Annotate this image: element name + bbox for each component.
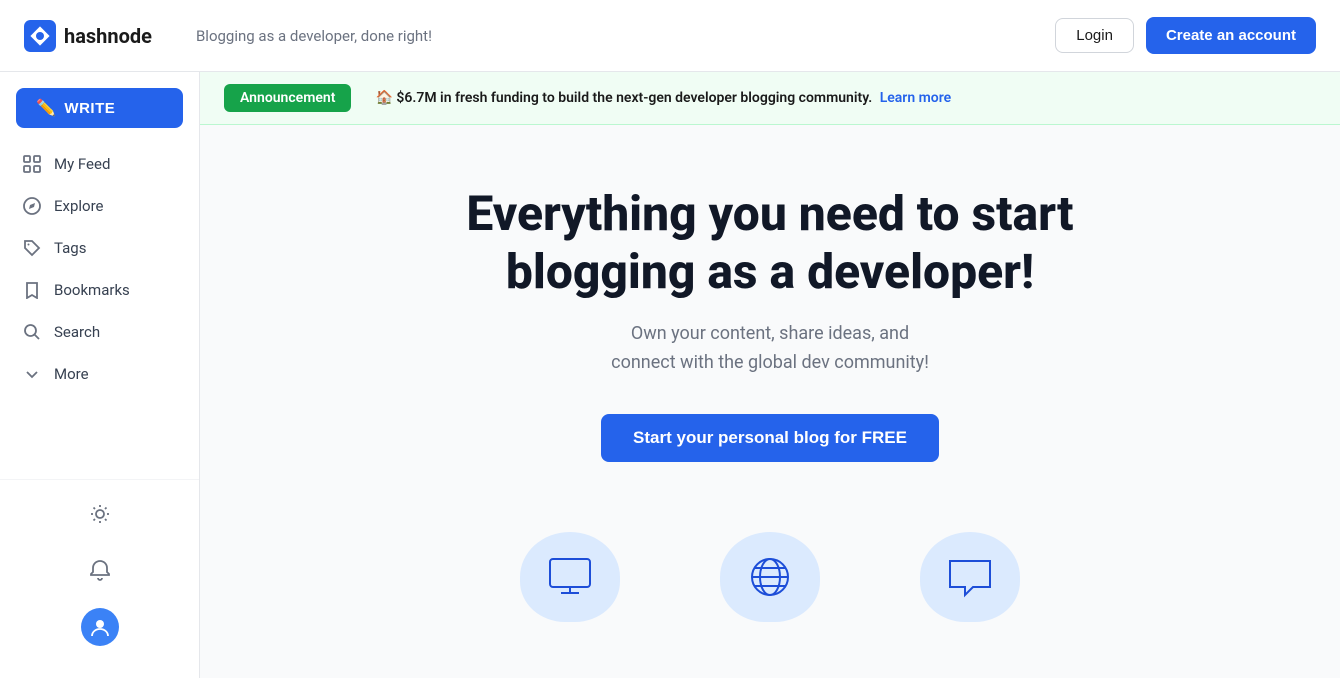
tag-icon: [22, 238, 42, 258]
features-row: [200, 502, 1340, 632]
sidebar-item-label-bookmarks: Bookmarks: [54, 281, 130, 299]
login-button[interactable]: Login: [1055, 18, 1134, 53]
sidebar-item-label-tags: Tags: [54, 239, 86, 257]
sidebar-bottom: [0, 479, 199, 662]
monitor-icon: [545, 555, 595, 599]
pencil-icon: ✏️: [36, 98, 56, 118]
hero-subtitle: Own your content, share ideas, andconnec…: [611, 320, 929, 378]
chevron-down-icon: [22, 364, 42, 384]
feature-item-3: [910, 522, 1030, 632]
bell-icon: [89, 559, 111, 581]
bookmark-icon: [22, 280, 42, 300]
write-button[interactable]: ✏️ WRITE: [16, 88, 183, 128]
user-avatar-button[interactable]: [81, 608, 119, 646]
start-blog-button[interactable]: Start your personal blog for FREE: [601, 414, 939, 462]
write-label: WRITE: [64, 100, 115, 117]
logo-text: hashnode: [64, 24, 152, 48]
feature-circle-1: [520, 532, 620, 622]
header-right: Login Create an account: [1055, 17, 1316, 54]
announcement-body: $6.7M in fresh funding to build the next…: [396, 90, 872, 106]
sidebar-item-search[interactable]: Search: [6, 312, 193, 352]
sidebar: ✏️ WRITE My Feed: [0, 72, 200, 678]
hero-title: Everything you need to start blogging as…: [420, 185, 1120, 300]
announcement-text: 🏠 $6.7M in fresh funding to build the ne…: [375, 90, 951, 106]
sidebar-item-label-my-feed: My Feed: [54, 155, 110, 173]
hashnode-logo-icon: [24, 20, 56, 52]
sidebar-item-explore[interactable]: Explore: [6, 186, 193, 226]
feature-item-1: [510, 522, 630, 632]
compass-icon: [22, 196, 42, 216]
chat-icon: [945, 555, 995, 599]
announcement-badge: Announcement: [224, 84, 351, 112]
sidebar-item-my-feed[interactable]: My Feed: [6, 144, 193, 184]
sidebar-item-tags[interactable]: Tags: [6, 228, 193, 268]
sidebar-item-label-search: Search: [54, 323, 100, 341]
announcement-emoji: 🏠: [375, 90, 392, 106]
grid-icon: [22, 154, 42, 174]
sidebar-item-more[interactable]: More: [6, 354, 193, 394]
theme-toggle-button[interactable]: [82, 496, 118, 532]
header-left: hashnode Blogging as a developer, done r…: [24, 20, 432, 52]
notifications-button[interactable]: [82, 552, 118, 588]
announcement-banner: Announcement 🏠 $6.7M in fresh funding to…: [200, 72, 1340, 125]
globe-icon: [745, 555, 795, 599]
logo[interactable]: hashnode: [24, 20, 152, 52]
sun-icon: [89, 503, 111, 525]
feature-item-2: [710, 522, 830, 632]
announcement-learn-more[interactable]: Learn more: [880, 90, 951, 106]
top-header: hashnode Blogging as a developer, done r…: [0, 0, 1340, 72]
sidebar-item-label-more: More: [54, 365, 89, 383]
create-account-button[interactable]: Create an account: [1146, 17, 1316, 54]
main-content: Announcement 🏠 $6.7M in fresh funding to…: [200, 72, 1340, 678]
sidebar-item-label-explore: Explore: [54, 197, 104, 215]
feature-circle-3: [920, 532, 1020, 622]
sidebar-item-bookmarks[interactable]: Bookmarks: [6, 270, 193, 310]
app-body: ✏️ WRITE My Feed: [0, 72, 1340, 678]
feature-circle-2: [720, 532, 820, 622]
user-avatar-icon: [89, 616, 111, 638]
header-tagline: Blogging as a developer, done right!: [196, 27, 432, 45]
sidebar-nav: My Feed Explore Tags: [0, 144, 199, 479]
hero-section: Everything you need to start blogging as…: [200, 125, 1340, 502]
search-icon: [22, 322, 42, 342]
